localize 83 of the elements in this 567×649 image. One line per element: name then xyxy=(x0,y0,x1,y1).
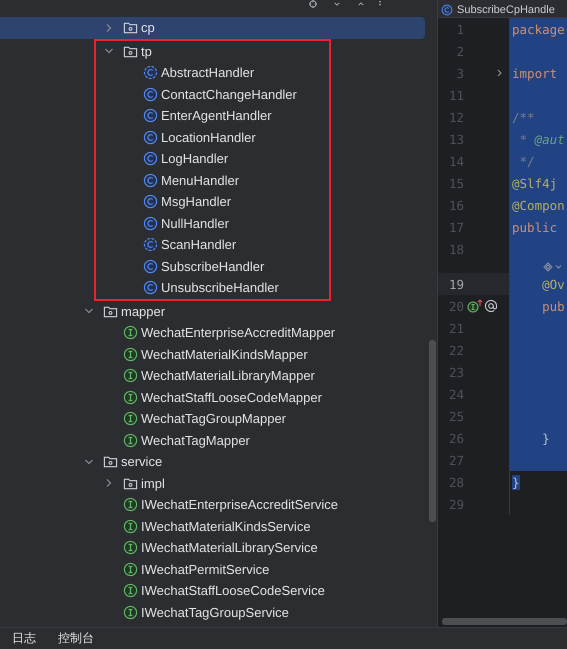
code-token: @Ov xyxy=(541,276,565,292)
class-icon xyxy=(143,172,158,188)
class-icon xyxy=(441,4,453,16)
code-token: /** xyxy=(512,110,535,124)
folder-icon xyxy=(103,304,118,319)
tree-item[interactable]: ContactChangeHandler xyxy=(96,84,326,105)
tree-item[interactable]: NullHandler xyxy=(96,212,326,234)
scrollbar-thumb[interactable] xyxy=(429,340,436,522)
tree-item[interactable]: impl xyxy=(0,472,425,494)
interface-icon xyxy=(123,518,138,534)
interface-icon xyxy=(123,583,138,598)
code-token: pub xyxy=(541,298,565,314)
tree-item[interactable]: WechatTagMapper xyxy=(0,430,425,451)
chevron-right-icon[interactable] xyxy=(104,478,114,488)
chevron-down-icon[interactable] xyxy=(84,456,94,467)
code-token: @aut xyxy=(534,132,565,146)
class-icon xyxy=(143,130,158,145)
tree-item[interactable]: IWechatEnterpriseAccreditService xyxy=(0,494,425,516)
tree-item[interactable]: WechatMaterialKindsMapper xyxy=(0,344,425,365)
interface-icon xyxy=(123,432,138,448)
interface-icon xyxy=(123,540,138,556)
class-icon xyxy=(143,151,158,166)
line-number: 19 xyxy=(448,276,464,292)
tree-item[interactable]: ScanHandler xyxy=(96,234,326,256)
tree-item[interactable]: WechatMaterialLibraryMapper xyxy=(0,365,425,386)
tool-window-tab[interactable]: 日志 xyxy=(12,630,36,648)
tree-item[interactable]: IWechatStaffLooseCodeService xyxy=(0,580,425,602)
code-token: @Compon xyxy=(512,198,565,212)
interface-icon xyxy=(123,604,138,620)
code-token: @Slf4j xyxy=(512,176,558,190)
interface-icon xyxy=(123,411,138,426)
class-icon xyxy=(143,86,158,102)
interface-icon xyxy=(123,390,138,405)
abstract-class-icon xyxy=(143,237,158,252)
abstract-class-icon xyxy=(143,65,158,80)
tree-item[interactable]: WechatEnterpriseAccreditMapper xyxy=(0,322,425,344)
tree-item[interactable]: IWechatTagGroupService xyxy=(0,602,425,623)
folder-icon xyxy=(123,20,138,36)
tree-item[interactable]: LocationHandler xyxy=(96,126,326,148)
chevron-right-icon[interactable] xyxy=(104,22,114,33)
tree-item[interactable]: mapper xyxy=(0,300,425,322)
ai-hint-icon[interactable] xyxy=(542,260,564,272)
code-token: public xyxy=(512,220,558,234)
implements-icon[interactable] xyxy=(467,299,483,313)
class-icon xyxy=(143,194,158,210)
tool-window-tab[interactable]: 控制台 xyxy=(58,630,94,648)
class-icon xyxy=(143,258,158,274)
tree-item[interactable]: UnsubscribeHandler xyxy=(96,277,326,298)
code-token: } xyxy=(541,430,550,446)
tree-item[interactable]: WechatStaffLooseCodeMapper xyxy=(0,386,425,408)
interface-icon xyxy=(123,562,138,577)
tree-item[interactable]: tp xyxy=(96,40,326,62)
tree-item[interactable]: AbstractHandler xyxy=(96,62,326,84)
scrollbar-thumb[interactable] xyxy=(442,618,567,626)
tree-item[interactable]: IWechatPermitService xyxy=(0,558,425,580)
more-icon[interactable] xyxy=(378,0,382,8)
crosshair-icon[interactable] xyxy=(306,0,320,8)
class-icon xyxy=(143,280,158,296)
code-token: * xyxy=(518,132,528,146)
tree-item[interactable]: WechatTagGroupMapper xyxy=(0,408,425,430)
tree-item[interactable]: MenuHandler xyxy=(96,170,326,191)
tree-item[interactable]: SubscribeHandler xyxy=(96,256,326,277)
interface-icon xyxy=(123,346,138,362)
folder-icon xyxy=(123,44,138,59)
at-sign-icon[interactable] xyxy=(484,299,498,313)
interface-icon xyxy=(123,497,138,512)
folder-icon xyxy=(103,454,118,470)
tree-item[interactable]: EnterAgentHandler xyxy=(96,105,326,126)
class-icon xyxy=(143,108,158,124)
tree-item[interactable]: IWechatMaterialKindsService xyxy=(0,516,425,537)
code-token: */ xyxy=(518,154,535,168)
interface-icon xyxy=(123,325,138,340)
tree-item[interactable]: cp xyxy=(0,17,425,38)
folder-icon xyxy=(123,476,138,491)
tree-item[interactable]: service xyxy=(0,451,425,472)
interface-icon xyxy=(123,368,138,384)
class-icon xyxy=(143,216,158,231)
tree-item[interactable]: IWechatMaterialLibraryService xyxy=(0,537,425,558)
code-token: import xyxy=(512,66,558,80)
tree-item[interactable]: MsgHandler xyxy=(96,191,326,212)
tree-item[interactable]: LogHandler xyxy=(96,148,326,170)
code-token: } xyxy=(512,474,520,490)
code-token: package xyxy=(512,22,565,36)
